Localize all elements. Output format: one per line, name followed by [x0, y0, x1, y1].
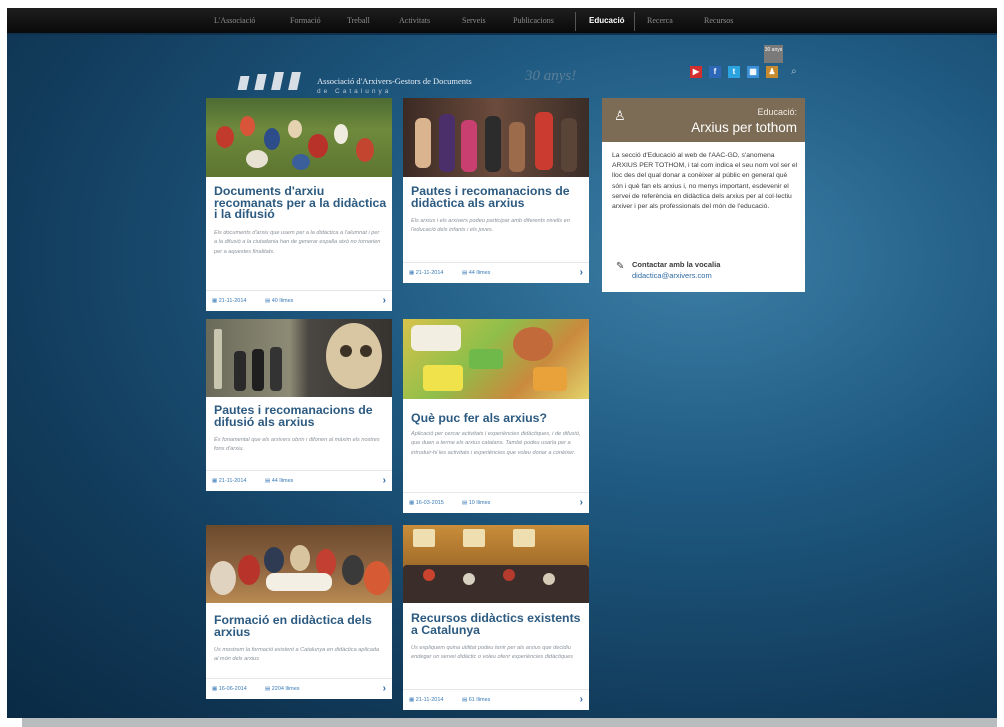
anniversary-label: 30 anys! [525, 68, 577, 84]
info-box-title: Arxius per tothom [691, 120, 797, 135]
chevron-right-icon[interactable]: › [580, 694, 583, 705]
contact-email-link[interactable]: didactica@arxivers.com [632, 271, 712, 280]
card-photo-crafts [403, 319, 589, 399]
card-title[interactable]: Què puc fer als arxius? [411, 412, 587, 425]
org-region: de Catalunya [317, 88, 392, 95]
education-info-box: ♙ Educació: Arxius per tothom La secció … [602, 98, 805, 292]
nav-item-formacio[interactable]: Formació [290, 16, 321, 25]
card-title[interactable]: Recursos didàctics existents a Catalunya [411, 612, 587, 636]
card-description: Els arxius i els arxivers podeu particip… [411, 218, 570, 234]
article-card[interactable]: Pautes i recomanacions de difusió als ar… [206, 319, 392, 491]
top-navigation: L'Associació Formació Treball Activitats… [7, 8, 997, 35]
edit-icon: ✎ [616, 261, 625, 272]
chevron-right-icon[interactable]: › [383, 683, 386, 694]
card-footer: ▦ 16-03-2015 ▤ 10 llimes › [403, 492, 589, 513]
card-reads: ▤ 44 llimes [265, 478, 294, 484]
card-description: Us mostrem la formació existent a Catalu… [214, 647, 380, 663]
nav-item-publicacions[interactable]: Publicacions [513, 16, 554, 25]
info-box-kicker: Educació: [757, 107, 797, 117]
article-card[interactable]: Formació en didàctica dels arxius Us mos… [206, 525, 392, 699]
bottom-scrollbar[interactable] [22, 718, 997, 727]
chevron-right-icon[interactable]: › [580, 267, 583, 278]
hierarchy-icon: ♙ [614, 108, 626, 123]
card-photo-auditorium [403, 525, 589, 603]
article-card[interactable]: Documents d'arxiu recomanats per a la di… [206, 98, 392, 311]
card-photo-training-session [206, 525, 392, 603]
chevron-right-icon[interactable]: › [383, 295, 386, 306]
card-footer: ▦ 21-11-2014 ▤ 61 llimes › [403, 689, 589, 710]
org-name[interactable]: Associació d'Arxivers-Gestors de Documen… [317, 76, 472, 86]
twitter-icon[interactable]: t [728, 66, 740, 78]
article-card[interactable]: Pautes i recomanacions de didàctica als … [403, 98, 589, 283]
card-date: ▦ 21-11-2014 [409, 270, 444, 276]
facebook-icon[interactable]: f [709, 66, 721, 78]
calendar-icon[interactable]: ▦ [747, 66, 759, 78]
contact-label: Contactar amb la vocalia [632, 260, 721, 269]
anniversary-badge[interactable]: 30 anys [764, 45, 783, 63]
card-footer: ▦ 21-11-2014 ▤ 44 llimes › [403, 262, 589, 283]
card-date: ▦ 21-11-2014 [409, 697, 444, 703]
nav-item-serveis[interactable]: Serveis [462, 16, 486, 25]
card-title[interactable]: Formació en didàctica dels arxius [214, 614, 390, 638]
card-title[interactable]: Documents d'arxiu recomanats per a la di… [214, 185, 390, 221]
card-date: ▦ 16-06-2014 [212, 686, 247, 692]
chevron-right-icon[interactable]: › [580, 497, 583, 508]
youtube-icon[interactable]: ▶ [690, 66, 702, 78]
card-description: Aplicació per cercar activitats i experi… [411, 431, 581, 456]
card-title[interactable]: Pautes i recomanacions de didàctica als … [411, 185, 587, 209]
info-box-text: La secció d'Educació al web de l'AAC-GD,… [612, 152, 798, 211]
card-date: ▦ 21-11-2014 [212, 298, 247, 304]
card-date: ▦ 16-03-2015 [409, 500, 444, 506]
chevron-right-icon[interactable]: › [383, 475, 386, 486]
card-photo-children-visit [403, 98, 589, 177]
nav-divider [575, 12, 576, 31]
card-description: És fonamental que els arxivers obrin i d… [214, 437, 380, 453]
card-reads: ▤ 2204 llimes [265, 686, 300, 692]
nav-item-recursos[interactable]: Recursos [704, 16, 733, 25]
nav-item-activitats[interactable]: Activitats [399, 16, 430, 25]
info-box-header: ♙ Educació: Arxius per tothom [602, 98, 805, 142]
article-card[interactable]: Què puc fer als arxius? Aplicació per ce… [403, 319, 589, 513]
nav-divider [634, 12, 635, 31]
card-reads: ▤ 40 llimes [265, 298, 294, 304]
page-background: L'Associació Formació Treball Activitats… [7, 8, 997, 718]
card-date: ▦ 21-11-2014 [212, 478, 247, 484]
user-icon[interactable]: ♟ [766, 66, 778, 78]
search-icon[interactable]: ⌕ [791, 66, 803, 78]
article-card[interactable]: Recursos didàctics existents a Catalunya… [403, 525, 589, 710]
card-reads: ▤ 61 llimes [462, 697, 491, 703]
card-photo-archive-and-skull [206, 319, 392, 397]
card-photo-students-outdoors [206, 98, 392, 177]
card-footer: ▦ 21-11-2014 ▤ 44 llimes › [206, 470, 392, 491]
card-reads: ▤ 10 llimes [462, 500, 491, 506]
nav-item-treball[interactable]: Treball [347, 16, 370, 25]
card-footer: ▦ 21-11-2014 ▤ 40 llimes › [206, 290, 392, 311]
nav-item-associacio[interactable]: L'Associació [214, 16, 255, 25]
nav-item-recerca[interactable]: Recerca [647, 16, 673, 25]
card-title[interactable]: Pautes i recomanacions de difusió als ar… [214, 404, 390, 428]
card-description: Us expliquem quina utilitat podeu tenir … [411, 645, 574, 661]
card-description: Els documents d'arxiu que usem per a la … [214, 230, 381, 255]
card-footer: ▦ 16-06-2014 ▤ 2204 llimes › [206, 678, 392, 699]
card-reads: ▤ 44 llimes [462, 270, 491, 276]
nav-item-educacio[interactable]: Educació [589, 16, 625, 25]
